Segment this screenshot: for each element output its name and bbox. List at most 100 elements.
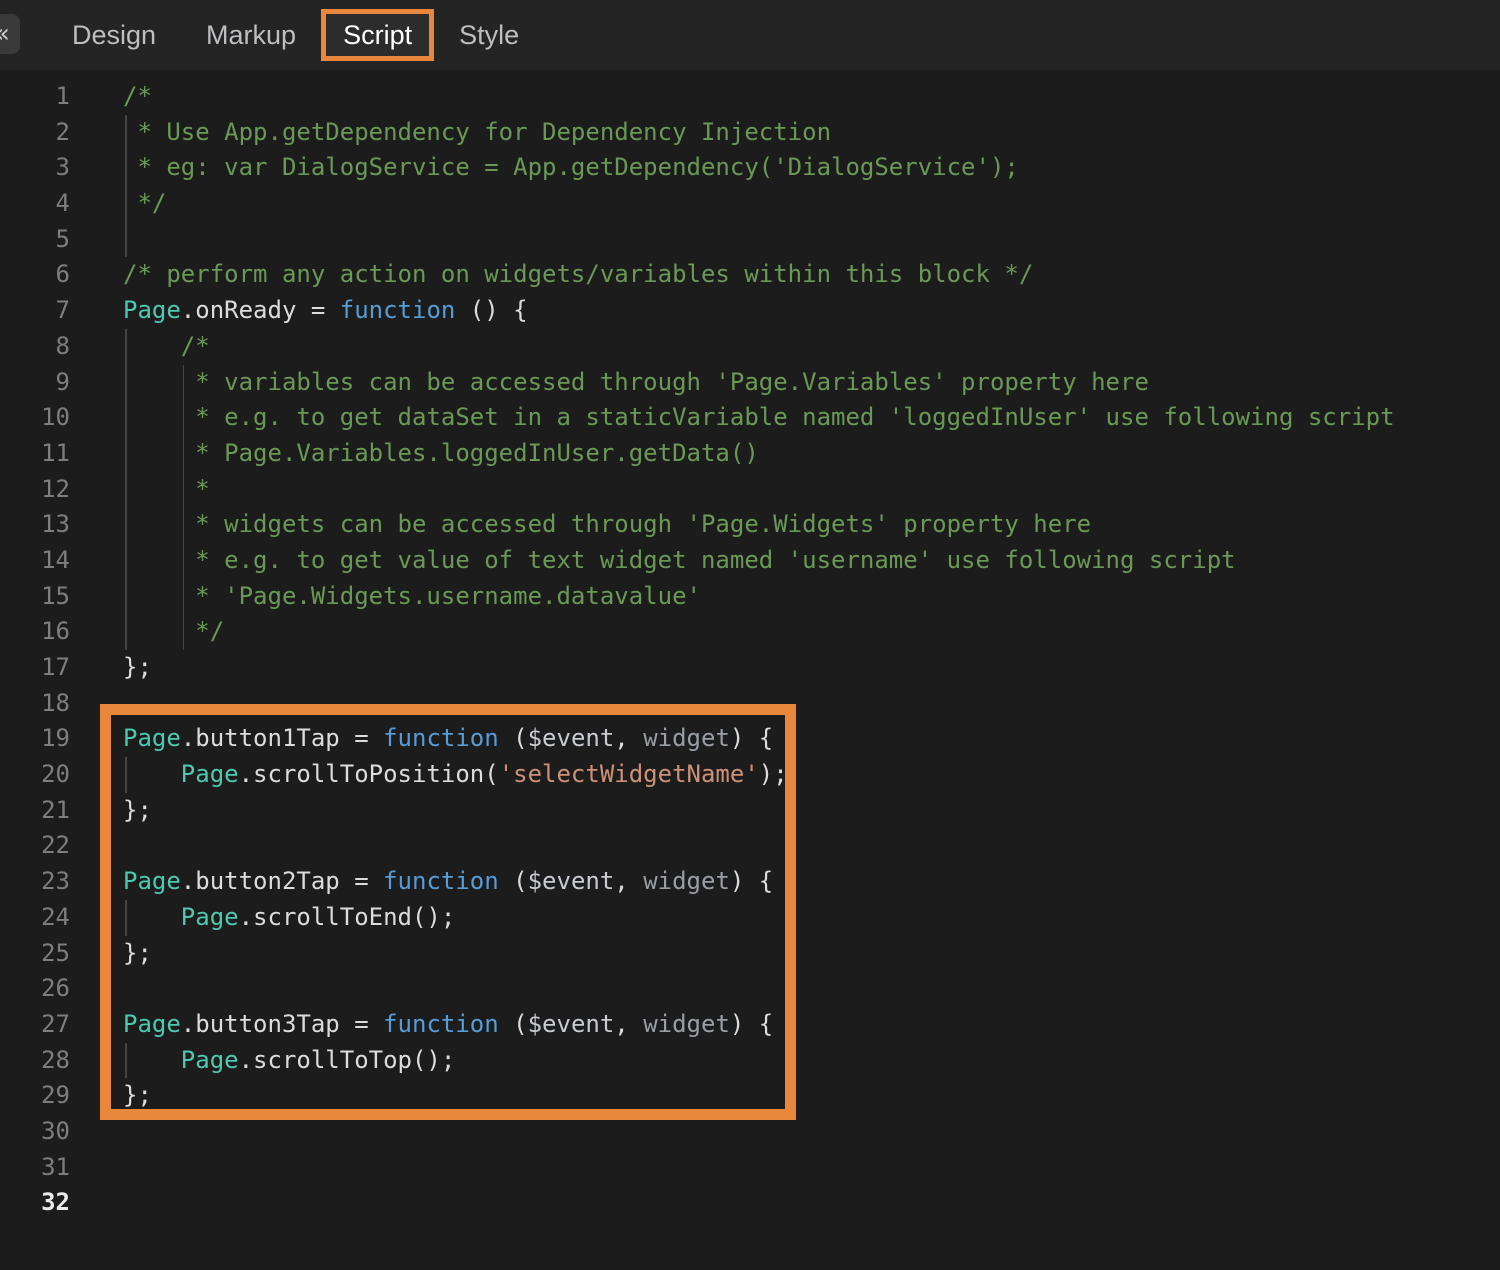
code-token-plain: , [614,1010,643,1038]
tab-style[interactable]: Style [434,0,544,70]
code-token-param: widget [643,1010,730,1038]
tab-markup[interactable]: Markup [181,0,321,70]
code-line: 9 * variables can be accessed through 'P… [0,365,1500,401]
code-token-plain [123,903,181,931]
code-text: /* [123,329,210,365]
code-editor[interactable]: 1 /* 2 * Use App.getDependency for Depende… [0,70,1500,1270]
editor-tab-bar: « Design Markup Script Style [0,0,1500,70]
code-token-type: Page [123,1010,181,1038]
line-number: 30 [0,1114,70,1150]
line-number: 11 [0,436,70,472]
line-number: 24 [0,900,70,936]
code-line: 32 [0,1185,1500,1221]
code-text: Page.scrollToTop(); [123,1043,455,1079]
code-token-comment: * Page.Variables.loggedInUser.getData() [123,439,759,467]
code-text: * Use App.getDependency for Dependency I… [123,115,831,151]
code-text: Page.button1Tap = function ($event, widg… [123,721,773,757]
code-text: Page.scrollToEnd(); [123,900,455,936]
collapse-panel-button[interactable]: « [0,14,20,54]
code-line: 15 * 'Page.Widgets.username.datavalue' [0,579,1500,615]
code-token-param_event: $event [528,867,615,895]
code-line: 16 */ [0,614,1500,650]
line-number: 32 [0,1185,70,1221]
code-line: 8 /* [0,329,1500,365]
code-text: * e.g. to get dataSet in a staticVariabl… [123,400,1395,436]
code-line: 10 * e.g. to get dataSet in a staticVari… [0,400,1500,436]
line-number: 8 [0,329,70,365]
code-text: }; [123,793,152,829]
code-line: 7Page.onReady = function () { [0,293,1500,329]
line-number: 21 [0,793,70,829]
line-number: 17 [0,650,70,686]
code-token-param_event: $event [528,1010,615,1038]
code-text: Page.scrollToPosition('selectWidgetName'… [123,757,788,793]
tab-list: Design Markup Script Style [47,0,1500,70]
code-text: * widgets can be accessed through 'Page.… [123,507,1091,543]
line-number: 13 [0,507,70,543]
code-token-param: widget [643,867,730,895]
code-token-keyword: function [340,296,456,324]
code-line: 3 * eg: var DialogService = App.getDepen… [0,150,1500,186]
code-line: 23Page.button2Tap = function ($event, wi… [0,864,1500,900]
code-text: /* [123,79,152,115]
code-line: 1 /* [0,79,1500,115]
code-line: 25}; [0,936,1500,972]
code-text: Page.onReady = function () { [123,293,528,329]
code-text: */ [123,614,224,650]
code-token-comment: /* [123,332,210,360]
code-token-plain: }; [123,1081,152,1109]
tab-script[interactable]: Script [321,9,434,61]
code-token-type: Page [181,1046,239,1074]
line-number: 20 [0,757,70,793]
code-token-comment: * variables can be accessed through 'Pag… [123,368,1149,396]
code-token-plain: ) { [730,724,773,752]
code-token-plain: .scrollToTop(); [239,1046,456,1074]
code-token-plain [123,1046,181,1074]
code-text: }; [123,936,152,972]
code-token-type: Page [123,867,181,895]
code-text: * eg: var DialogService = App.getDepende… [123,150,1019,186]
code-token-plain: .onReady = [181,296,340,324]
code-token-plain: ( [499,1010,528,1038]
line-number: 4 [0,186,70,222]
code-token-comment: */ [123,189,166,217]
code-line: 24 Page.scrollToEnd(); [0,900,1500,936]
code-token-plain: }; [123,939,152,967]
line-number: 10 [0,400,70,436]
code-text: * [123,472,210,508]
code-line: 19Page.button1Tap = function ($event, wi… [0,721,1500,757]
code-token-plain: ( [499,867,528,895]
line-number: 29 [0,1078,70,1114]
code-line: 13 * widgets can be accessed through 'Pa… [0,507,1500,543]
line-number: 12 [0,472,70,508]
line-number: 1 [0,79,70,115]
code-text: */ [123,186,166,222]
line-number: 27 [0,1007,70,1043]
line-number: 5 [0,222,70,258]
code-token-comment: * [123,475,210,503]
line-number: 14 [0,543,70,579]
code-token-type: Page [123,296,181,324]
code-token-plain: ) { [730,867,773,895]
code-token-type: Page [181,903,239,931]
code-token-comment: /* [123,82,152,110]
code-token-string: 'selectWidgetName' [499,760,759,788]
code-token-plain: , [614,867,643,895]
code-token-keyword: function [383,1010,499,1038]
code-token-comment: * e.g. to get value of text widget named… [123,546,1236,574]
line-number: 15 [0,579,70,615]
code-line: 21}; [0,793,1500,829]
tab-design[interactable]: Design [47,0,181,70]
code-line: 4 */ [0,186,1500,222]
code-token-plain: ); [759,760,788,788]
code-text: * variables can be accessed through 'Pag… [123,365,1149,401]
code-token-plain: }; [123,653,152,681]
code-token-plain [123,760,181,788]
code-line: 27Page.button3Tap = function ($event, wi… [0,1007,1500,1043]
collapse-chevron-icon: « [0,19,10,49]
code-token-param_event: $event [528,724,615,752]
line-number: 2 [0,115,70,151]
line-number: 23 [0,864,70,900]
line-number: 16 [0,614,70,650]
code-line: 18 [0,686,1500,722]
